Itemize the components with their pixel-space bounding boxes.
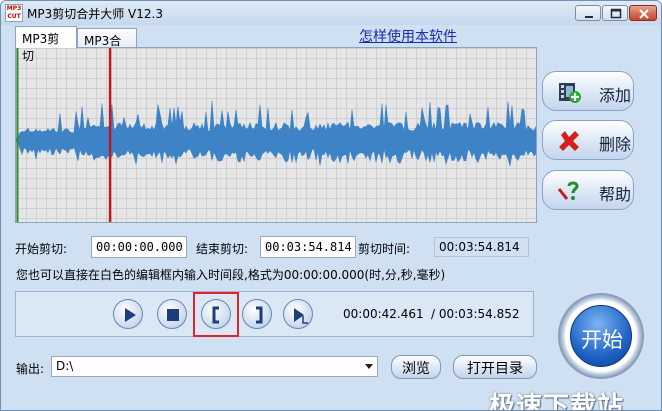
current-time: 00:00:42.461	[343, 307, 424, 321]
delete-x-icon	[559, 131, 579, 151]
title-bar[interactable]: MP3 CUT MP3剪切合并大师 V12.3	[1, 1, 661, 25]
delete-button-label: 删除	[599, 135, 632, 154]
tab-mp3-merge[interactable]: MP3合并	[77, 28, 137, 65]
window-title: MP3剪切合并大师 V12.3	[27, 7, 163, 21]
output-label: 输出:	[16, 362, 45, 376]
set-end-button[interactable]	[242, 299, 272, 329]
minimize-button[interactable]	[575, 5, 601, 21]
maximize-button[interactable]	[602, 5, 628, 21]
start-time-input[interactable]: 00:00:00.000	[91, 236, 187, 258]
close-button[interactable]	[629, 5, 657, 21]
start-button[interactable]: 开始	[558, 293, 644, 379]
watermark: 极速下载站	[489, 392, 625, 411]
duration-label: 剪切时间:	[358, 242, 411, 256]
stop-icon	[167, 309, 179, 321]
waveform-graph	[16, 48, 536, 222]
end-time-input[interactable]: 00:03:54.814	[260, 236, 356, 258]
start-time-label: 开始剪切:	[15, 242, 68, 256]
start-button-face[interactable]: 开始	[570, 305, 632, 367]
end-time-label: 结束剪切:	[196, 242, 249, 256]
help-question-icon	[557, 181, 579, 200]
tab-mp3-cut[interactable]: MP3剪切	[15, 26, 77, 63]
play-button[interactable]	[113, 299, 143, 329]
browse-button[interactable]: 浏览	[391, 355, 441, 379]
chevron-down-icon[interactable]	[365, 364, 373, 369]
highlight-annotation	[193, 292, 239, 337]
app-window: MP3 CUT MP3剪切合并大师 V12.3 MP3剪切 MP3合并 怎样使用…	[0, 0, 662, 411]
stop-button[interactable]	[157, 299, 187, 329]
output-path-select[interactable]: D:\	[51, 356, 378, 377]
main-panel: MP3剪切 MP3合并 怎样使用本软件 添加 删除	[5, 25, 657, 411]
help-button[interactable]: 帮助	[542, 170, 634, 210]
total-time: / 00:03:54.852	[431, 307, 520, 321]
maximize-icon	[610, 8, 622, 19]
add-button[interactable]: 添加	[542, 71, 634, 111]
add-file-icon	[559, 83, 581, 103]
app-logo-line-1: MP3	[6, 5, 22, 12]
minimize-icon	[585, 16, 593, 18]
duration-value: 00:03:54.814	[434, 237, 529, 257]
how-to-use-link[interactable]: 怎样使用本软件	[359, 26, 457, 46]
app-logo-icon: MP3 CUT	[5, 4, 23, 22]
waveform-view[interactable]	[15, 47, 537, 223]
play-icon	[125, 308, 136, 322]
open-directory-button[interactable]: 打开目录	[453, 355, 537, 379]
help-button-label: 帮助	[599, 185, 632, 204]
start-button-label: 开始	[581, 328, 623, 352]
delete-button[interactable]: 删除	[542, 120, 634, 160]
set-end-icon	[256, 306, 263, 324]
close-icon	[639, 9, 649, 19]
time-format-hint: 您也可以直接在白色的编辑框内输入时间段,格式为00:00:00.000(时,分,…	[16, 268, 446, 282]
add-button-label: 添加	[599, 86, 632, 105]
output-path-value: D:\	[56, 359, 74, 373]
app-logo-line-2: CUT	[7, 13, 21, 20]
waveform-trace	[16, 100, 536, 167]
play-selection-icon	[294, 308, 308, 324]
play-selection-button[interactable]	[283, 299, 313, 329]
